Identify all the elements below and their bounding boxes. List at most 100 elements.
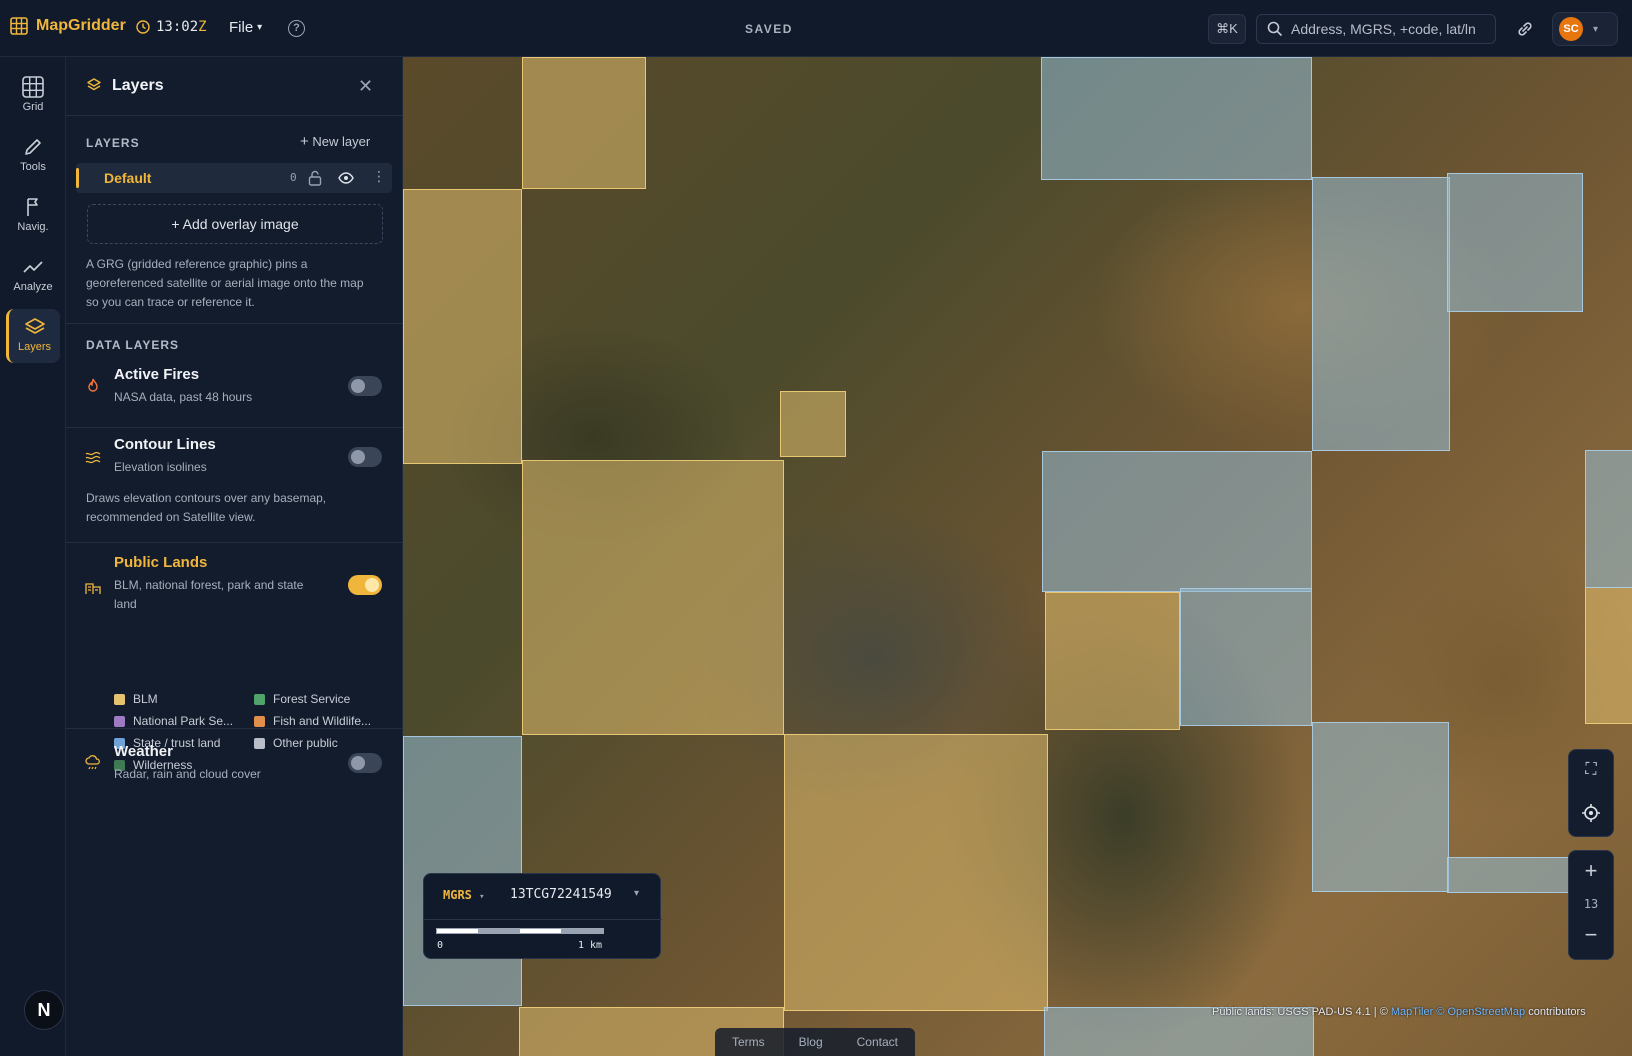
panel-title: Layers bbox=[112, 77, 164, 94]
footer-links: Terms Blog Contact bbox=[715, 1028, 915, 1056]
legend-item: Fish and Wildlife... bbox=[254, 714, 371, 728]
search-input[interactable] bbox=[1291, 21, 1491, 37]
data-layer-active-fires: Active Fires NASA data, past 48 hours bbox=[66, 357, 403, 427]
data-layer-subtitle: BLM, national forest, park and state lan… bbox=[114, 578, 304, 611]
user-menu[interactable]: SC ▾ bbox=[1552, 12, 1618, 46]
parcel-blm[interactable] bbox=[403, 189, 522, 464]
zoom-in-button[interactable]: + bbox=[1569, 851, 1613, 893]
legend-item: Forest Service bbox=[254, 692, 350, 706]
rail-item-layers[interactable]: Layers bbox=[6, 309, 60, 363]
parcel-state[interactable] bbox=[403, 736, 522, 1006]
parcel-blm[interactable] bbox=[784, 734, 1048, 1011]
close-icon[interactable]: ✕ bbox=[358, 76, 373, 97]
parcel-state[interactable] bbox=[1180, 588, 1312, 726]
avatar: SC bbox=[1559, 17, 1583, 41]
data-layer-subtitle: NASA data, past 48 hours bbox=[114, 390, 253, 404]
parcel-blm[interactable] bbox=[1585, 587, 1632, 724]
parcel-state[interactable] bbox=[1312, 722, 1449, 892]
rail-item-analyze[interactable]: Analyze bbox=[6, 249, 60, 303]
trend-line-icon bbox=[23, 261, 43, 273]
new-layer-button[interactable]: + New layer bbox=[300, 133, 370, 150]
data-layer-subtitle: Radar, rain and cloud cover bbox=[114, 767, 261, 781]
public-lands-toggle[interactable] bbox=[348, 575, 382, 595]
scale-end: 1 km bbox=[578, 940, 603, 951]
coord-value[interactable]: 13TCG72241549 bbox=[510, 887, 612, 902]
pencil-icon bbox=[25, 139, 41, 155]
utc-clock: 13:02Z bbox=[136, 19, 207, 35]
brand[interactable]: MapGridder bbox=[10, 17, 126, 35]
contour-lines-icon bbox=[85, 451, 101, 464]
clock-zone: Z bbox=[198, 19, 207, 35]
data-layer-title: Public Lands bbox=[114, 554, 208, 571]
legend-item: National Park Se... bbox=[114, 714, 233, 728]
locate-icon[interactable] bbox=[1569, 792, 1613, 834]
command-palette-button[interactable]: ⌘K bbox=[1208, 14, 1246, 44]
data-layer-title: Weather bbox=[114, 743, 173, 760]
parcel-blm[interactable] bbox=[780, 391, 846, 457]
weather-toggle[interactable] bbox=[348, 753, 382, 773]
link-icon[interactable] bbox=[1515, 19, 1535, 39]
parcel-state[interactable] bbox=[1585, 450, 1632, 588]
layers-icon bbox=[87, 78, 101, 91]
maptiler-link[interactable]: MapTiler bbox=[1391, 1006, 1433, 1018]
grid-logo-icon bbox=[10, 17, 28, 35]
parcel-state[interactable] bbox=[1447, 857, 1572, 893]
rail-item-navig[interactable]: Navig. bbox=[6, 189, 60, 243]
clock-icon bbox=[136, 20, 150, 34]
blog-link[interactable]: Blog bbox=[799, 1035, 823, 1049]
file-menu[interactable]: File ▾ bbox=[229, 19, 262, 36]
add-overlay-button[interactable]: + Add overlay image bbox=[87, 204, 383, 244]
chevron-down-icon: ▾ bbox=[479, 892, 485, 902]
active-fires-toggle[interactable] bbox=[348, 376, 382, 396]
rail-label-analyze: Analyze bbox=[13, 281, 53, 293]
rail-item-tools[interactable]: Tools bbox=[6, 129, 60, 183]
parcel-state[interactable] bbox=[1042, 451, 1312, 592]
buildings-icon bbox=[85, 583, 101, 594]
rail-label-tools: Tools bbox=[20, 161, 46, 173]
osm-link[interactable]: © OpenStreetMap bbox=[1436, 1006, 1525, 1018]
contour-lines-toggle[interactable] bbox=[348, 447, 382, 467]
help-icon[interactable]: ? bbox=[288, 20, 305, 37]
fullscreen-icon[interactable]: ⛶ bbox=[1569, 750, 1613, 792]
location-search[interactable] bbox=[1256, 14, 1496, 44]
parcel-blm[interactable] bbox=[522, 57, 646, 189]
save-status: SAVED bbox=[745, 22, 793, 36]
zoom-level: 13 bbox=[1583, 897, 1599, 911]
data-layer-contour-lines: Contour Lines Elevation isolines Draws e… bbox=[66, 427, 403, 542]
grg-help-text: A GRG (gridded reference graphic) pins a… bbox=[86, 257, 364, 309]
layers-heading: LAYERS bbox=[86, 136, 140, 150]
contact-link[interactable]: Contact bbox=[857, 1035, 898, 1049]
chevron-down-icon[interactable]: ▾ bbox=[634, 888, 639, 899]
n-logo[interactable]: N bbox=[24, 990, 64, 1030]
layer-name: Default bbox=[104, 170, 152, 186]
eye-icon[interactable] bbox=[338, 171, 354, 185]
more-options-icon[interactable]: ⋮ bbox=[372, 168, 386, 185]
layers-icon bbox=[24, 318, 45, 334]
parcel-blm[interactable] bbox=[1045, 592, 1180, 730]
zoom-out-button[interactable]: − bbox=[1569, 915, 1613, 957]
coordinate-readout: MGRS ▾ 13TCG72241549 ▾ 0 1 km bbox=[423, 873, 662, 959]
plus-icon: + bbox=[300, 133, 309, 150]
active-layer-marker bbox=[76, 168, 79, 188]
layers-panel: Layers ✕ LAYERS + New layer Default 0 ⋮ … bbox=[66, 57, 403, 1056]
layer-row-default[interactable]: Default 0 ⋮ bbox=[76, 163, 392, 193]
divider bbox=[424, 919, 662, 920]
parcel-state[interactable] bbox=[1447, 173, 1583, 312]
terms-link[interactable]: Terms bbox=[732, 1035, 765, 1049]
parcel-state[interactable] bbox=[1041, 57, 1312, 180]
app-name: MapGridder bbox=[36, 17, 126, 34]
divider bbox=[66, 323, 403, 324]
data-layer-weather: Weather Radar, rain and cloud cover bbox=[66, 728, 403, 798]
new-layer-label: New layer bbox=[312, 134, 371, 149]
parcel-state[interactable] bbox=[1312, 177, 1450, 451]
parcel-blm[interactable] bbox=[522, 460, 784, 735]
coord-format-select[interactable]: MGRS ▾ bbox=[443, 888, 485, 902]
top-bar: MapGridder 13:02Z File ▾ ? SAVED ⌘K SC ▾ bbox=[0, 0, 1632, 57]
rail-item-grid[interactable]: Grid bbox=[6, 69, 60, 123]
grid-icon bbox=[22, 76, 44, 98]
nav-rail: Grid Tools Navig. Analyze Layers N bbox=[0, 57, 66, 1056]
search-icon bbox=[1267, 21, 1283, 37]
unlock-icon[interactable] bbox=[308, 170, 322, 186]
clock-time: 13:02 bbox=[156, 19, 199, 35]
file-menu-label: File bbox=[229, 19, 254, 36]
